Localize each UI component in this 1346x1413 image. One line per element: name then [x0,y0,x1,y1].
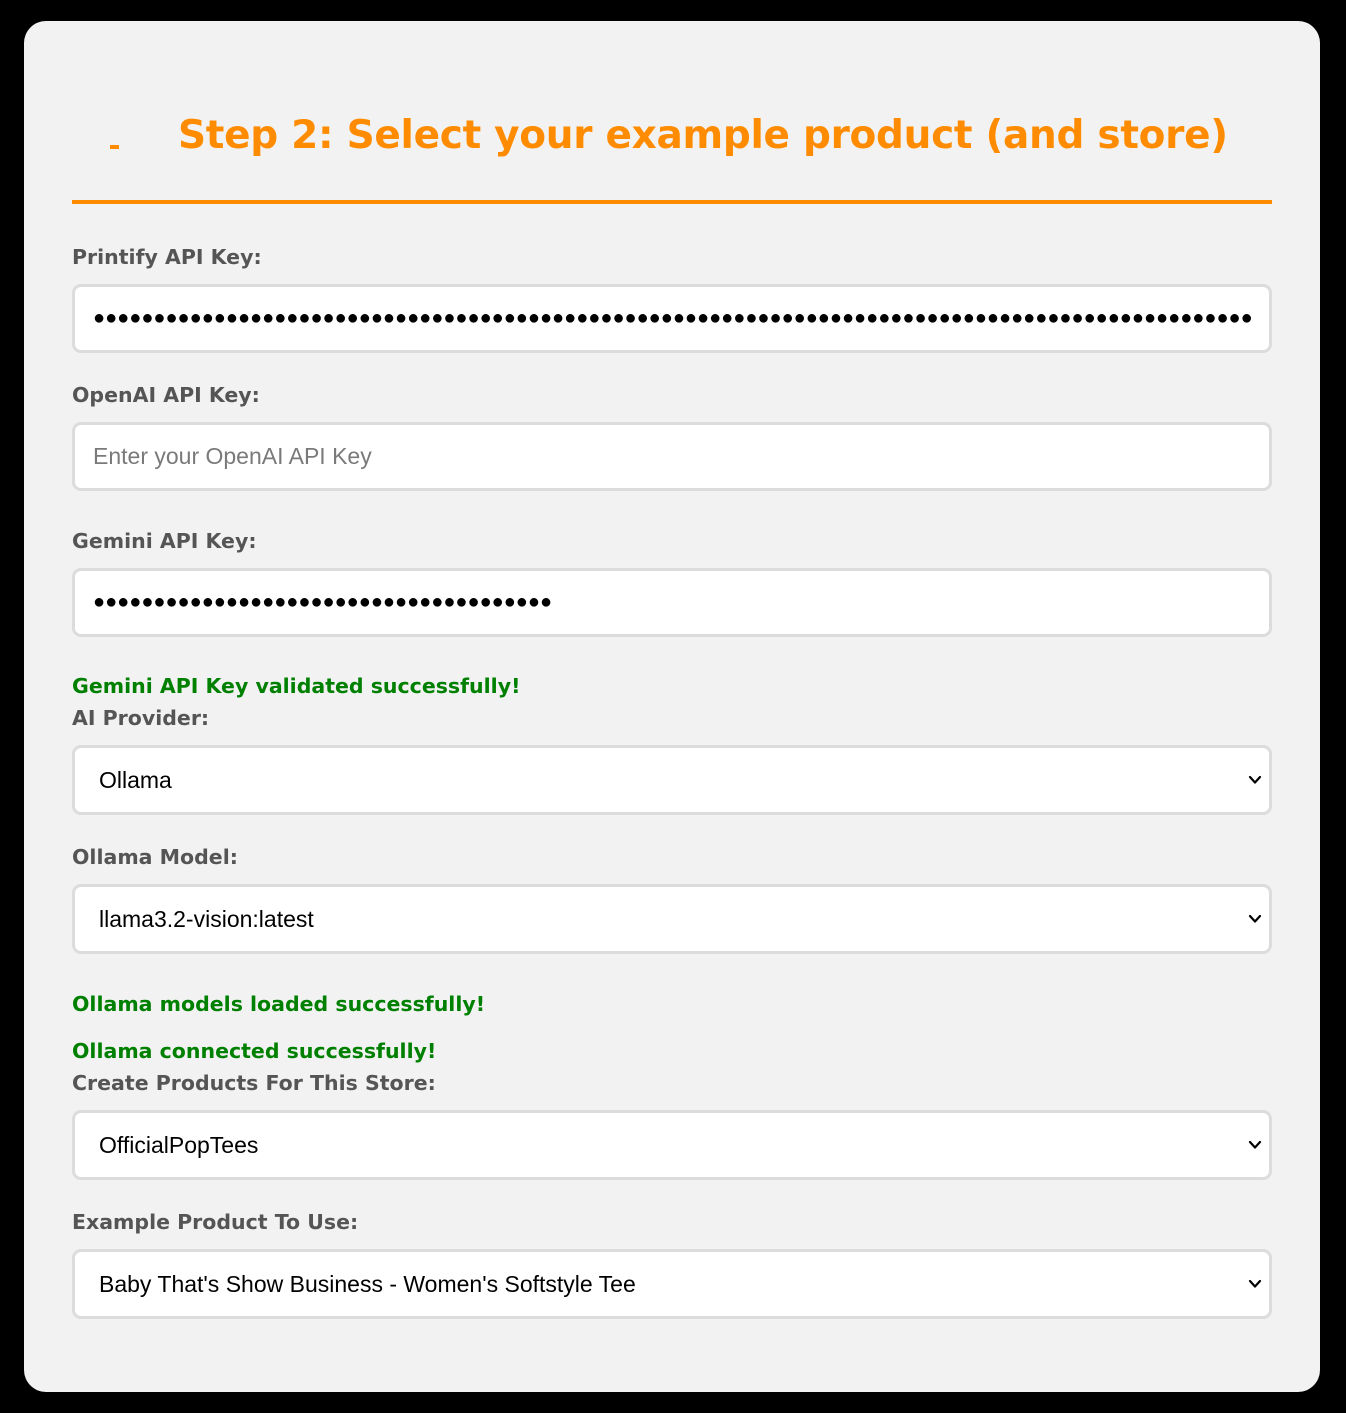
gemini-status-message: Gemini API Key validated successfully! [72,674,521,698]
gemini-api-key-label: Gemini API Key: [72,529,257,553]
store-select[interactable]: OfficialPopTees [72,1110,1272,1180]
ollama-models-status-message: Ollama models loaded successfully! [72,992,486,1016]
openai-api-key-label: OpenAI API Key: [72,383,260,407]
ollama-model-label: Ollama Model: [72,845,238,869]
collapse-toggle[interactable] [110,145,119,149]
chevron-down-icon [1248,775,1262,784]
chevron-down-icon [1248,1140,1262,1149]
chevron-down-icon [1248,914,1262,923]
page-title: Step 2: Select your example product (and… [178,113,1228,158]
printify-api-key-label: Printify API Key: [72,245,262,269]
example-product-select[interactable]: Baby That's Show Business - Women's Soft… [72,1249,1272,1319]
ai-provider-select[interactable]: Ollama [72,745,1272,815]
ollama-model-select[interactable]: llama3.2-vision:latest [72,884,1272,954]
ollama-connection-status-message: Ollama connected successfully! [72,1039,437,1063]
chevron-down-icon [1248,1279,1262,1288]
ai-provider-label: AI Provider: [72,706,210,730]
step-2-card: Step 2: Select your example product (and… [24,21,1320,1392]
step-header: Step 2: Select your example product (and… [72,107,1272,204]
openai-api-key-input[interactable] [72,422,1272,491]
example-product-label: Example Product To Use: [72,1210,359,1234]
store-selected-value: OfficialPopTees [99,1132,259,1158]
gemini-api-key-input[interactable] [72,568,1272,637]
printify-api-key-input[interactable] [72,284,1272,353]
store-label: Create Products For This Store: [72,1071,436,1095]
ollama-model-selected-value: llama3.2-vision:latest [99,906,314,932]
example-product-selected-value: Baby That's Show Business - Women's Soft… [99,1271,636,1297]
ai-provider-selected-value: Ollama [99,767,172,793]
